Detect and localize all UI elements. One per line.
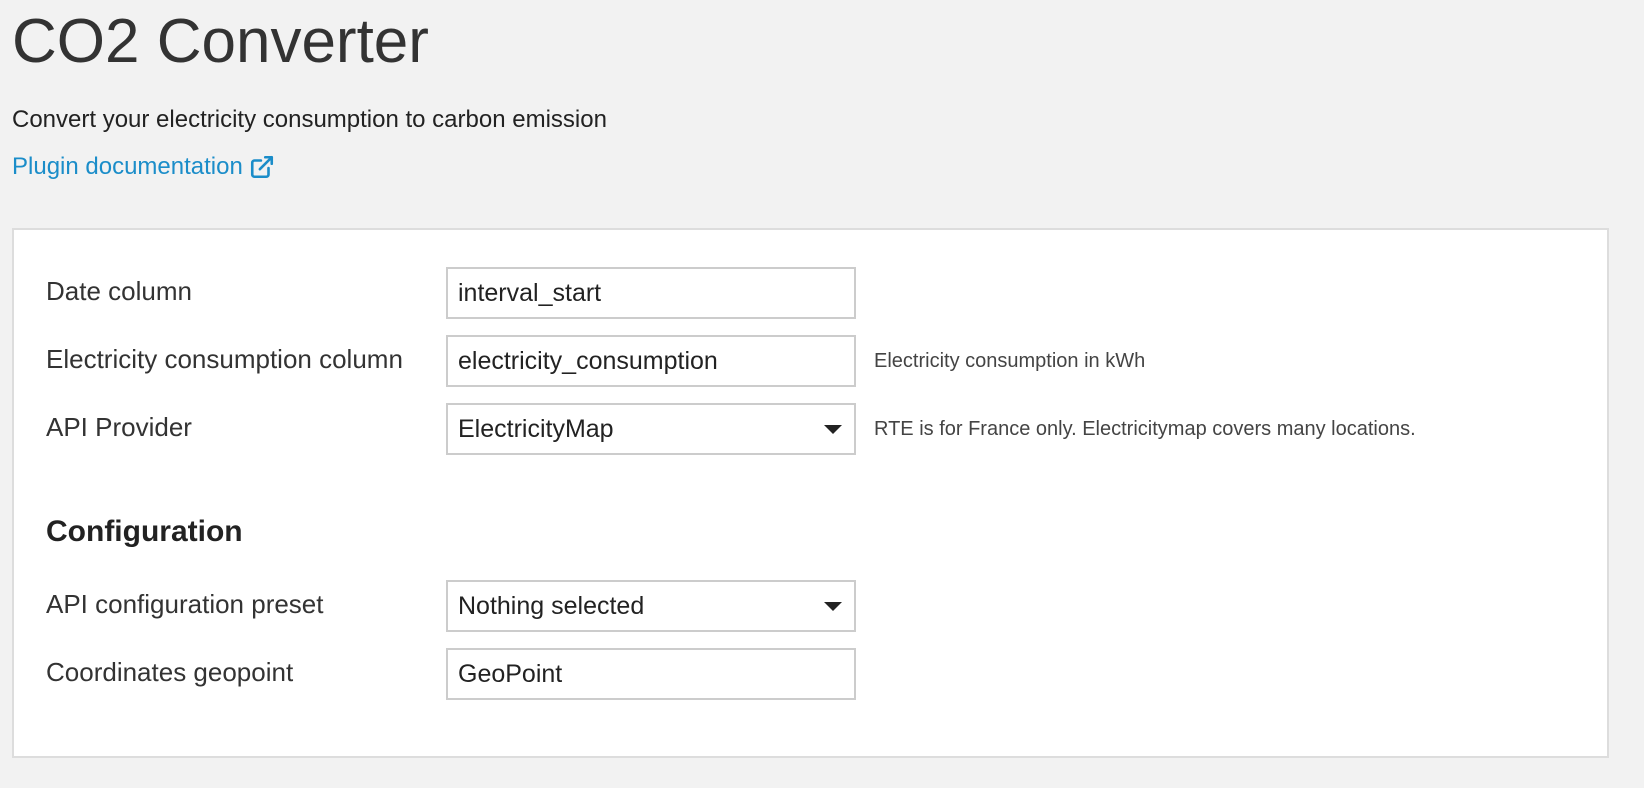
date-column-label: Date column [46,276,192,306]
page-title: CO2 Converter [12,7,429,76]
api-preset-label: API configuration preset [46,589,324,619]
api-preset-value: Nothing selected [458,592,645,620]
geopoint-input[interactable] [446,648,856,700]
api-provider-label: API Provider [46,412,192,442]
consumption-column-row: Electricity consumption column Electrici… [14,335,1607,387]
api-provider-value: ElectricityMap [458,415,614,443]
plugin-documentation-link[interactable]: Plugin documentation [12,151,275,183]
configuration-heading: Configuration [46,515,243,548]
caret-down-icon [824,602,842,611]
caret-down-icon [824,425,842,434]
page-subtitle: Convert your electricity consumption to … [12,106,607,133]
plugin-documentation-label: Plugin documentation [12,153,243,180]
api-preset-select[interactable]: Nothing selected [446,580,856,632]
date-column-row: Date column [14,267,1607,319]
api-provider-help: RTE is for France only. Electricitymap c… [874,418,1416,440]
external-link-icon [250,155,273,179]
geopoint-row: Coordinates geopoint [14,648,1607,700]
consumption-column-help: Electricity consumption in kWh [874,350,1146,372]
consumption-column-input[interactable] [446,335,856,387]
api-preset-row: API configuration preset Nothing selecte… [14,580,1607,632]
geopoint-label: Coordinates geopoint [46,657,294,687]
settings-panel: Date column Electricity consumption colu… [12,228,1609,758]
date-column-input[interactable] [446,267,856,319]
api-provider-select[interactable]: ElectricityMap [446,403,856,455]
api-provider-row: API Provider ElectricityMap RTE is for F… [14,403,1607,455]
consumption-column-label: Electricity consumption column [46,344,403,374]
